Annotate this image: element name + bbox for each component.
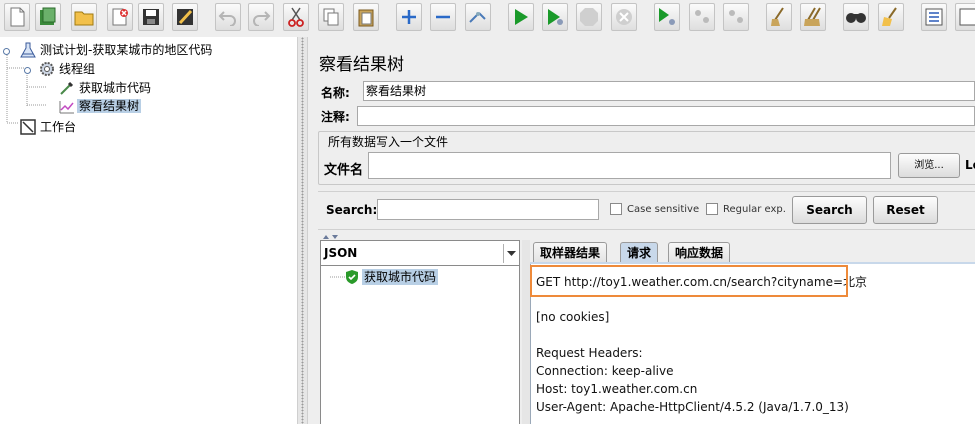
tree-node-label: 测试计划-获取某城市的地区代码 xyxy=(40,42,213,57)
help-icon[interactable] xyxy=(955,3,975,31)
case-sensitive-label: Case sensitive xyxy=(627,204,700,215)
save-as-clean-icon[interactable] xyxy=(172,3,198,31)
workbench-icon xyxy=(20,118,36,135)
write-to-file-legend: 所有数据写入一个文件 xyxy=(326,133,451,150)
filename-label: 文件名 xyxy=(324,163,364,178)
chevron-down-icon[interactable] xyxy=(503,244,519,263)
search-input[interactable] xyxy=(377,199,599,220)
remote-stop-icon[interactable] xyxy=(689,3,715,31)
open-icon[interactable] xyxy=(71,3,97,31)
panel-splitter[interactable] xyxy=(297,37,308,424)
remote-exit-icon[interactable] xyxy=(723,3,749,31)
new-icon[interactable] xyxy=(4,3,30,31)
shutdown-icon[interactable] xyxy=(611,3,637,31)
filename-field[interactable] xyxy=(368,152,891,179)
tree-node-label: 察看结果树 xyxy=(77,98,142,113)
paste-icon[interactable] xyxy=(353,3,379,31)
name-label: 名称: xyxy=(321,86,350,100)
test-plan-tree: 测试计划-获取某城市的地区代码 线程组 获取城市代码 察看结果树 工作台 xyxy=(0,37,297,424)
tree-node-thread-group[interactable]: 线程组 xyxy=(39,59,97,77)
reset-button[interactable]: Reset xyxy=(873,196,938,224)
plan-expand-toggle[interactable] xyxy=(2,45,11,55)
split-arrows-icon[interactable] xyxy=(322,230,342,239)
result-item-label[interactable]: 获取城市代码 xyxy=(362,269,439,285)
tree-node-listener[interactable]: 察看结果树 xyxy=(59,96,142,114)
success-shield-icon xyxy=(344,269,360,285)
tree-node-label: 获取城市代码 xyxy=(79,80,152,95)
pipette-icon xyxy=(59,80,75,96)
results-splitter[interactable] xyxy=(522,240,530,424)
search-label: Search: xyxy=(326,203,378,217)
comment-label: 注释: xyxy=(321,110,350,124)
remote-start-icon[interactable] xyxy=(654,3,680,31)
clear-icon[interactable] xyxy=(766,3,792,31)
tree-node-sampler[interactable]: 获取城市代码 xyxy=(59,78,153,96)
tab-sampler-result[interactable]: 取样器结果 xyxy=(533,242,608,263)
comment-field[interactable] xyxy=(357,106,975,126)
name-field[interactable]: 察看结果树 xyxy=(363,81,975,101)
close-icon[interactable] xyxy=(107,3,133,31)
cut-icon[interactable] xyxy=(283,3,309,31)
start-no-pauses-icon[interactable] xyxy=(542,3,568,31)
regex-checkbox[interactable] xyxy=(706,203,718,215)
header-user-agent: User-Agent: Apache-HttpClient/4.5.2 (Jav… xyxy=(536,400,849,414)
search-icon[interactable] xyxy=(843,3,869,31)
renderer-select-value: JSON xyxy=(324,246,358,260)
search-button[interactable]: Search xyxy=(792,196,867,224)
regex-label: Regular exp. xyxy=(723,204,786,215)
stop-icon[interactable] xyxy=(576,3,602,31)
gear-icon xyxy=(39,61,55,77)
graph-icon xyxy=(59,98,75,114)
thread-group-expand-toggle[interactable] xyxy=(23,64,32,74)
browse-button[interactable]: 浏览... xyxy=(898,153,960,178)
reset-search-icon[interactable] xyxy=(878,3,904,31)
cookies-line: [no cookies] xyxy=(536,310,610,324)
case-sensitive-checkbox[interactable] xyxy=(610,203,622,215)
results-list xyxy=(320,266,520,424)
copy-icon[interactable] xyxy=(318,3,344,31)
tree-node-label: 工作台 xyxy=(40,119,77,134)
toolbar xyxy=(0,0,975,36)
header-host: Host: toy1.weather.com.cn xyxy=(536,382,698,396)
tree-node-test-plan[interactable]: 测试计划-获取某城市的地区代码 xyxy=(20,40,214,58)
undo-icon[interactable] xyxy=(215,3,241,31)
start-icon[interactable] xyxy=(508,3,534,31)
expand-icon[interactable] xyxy=(396,3,422,31)
test-plan-icon xyxy=(20,42,36,58)
page-title: 察看结果树 xyxy=(319,55,404,75)
redo-icon[interactable] xyxy=(248,3,274,31)
toggle-icon[interactable] xyxy=(465,3,491,31)
tab-response-data[interactable]: 响应数据 xyxy=(668,242,731,263)
headers-title: Request Headers: xyxy=(536,346,643,360)
tree-node-workbench[interactable]: 工作台 xyxy=(20,117,78,135)
request-line-highlight xyxy=(530,265,848,297)
tree-node-label: 线程组 xyxy=(59,61,96,76)
collapse-icon[interactable] xyxy=(430,3,456,31)
templates-icon[interactable] xyxy=(35,3,61,31)
function-helper-icon[interactable] xyxy=(921,3,947,31)
log-label: Lo xyxy=(965,158,975,172)
header-connection: Connection: keep-alive xyxy=(536,364,674,378)
save-icon[interactable] xyxy=(138,3,164,31)
tab-request[interactable]: 请求 xyxy=(620,242,659,263)
clear-all-icon[interactable] xyxy=(800,3,826,31)
